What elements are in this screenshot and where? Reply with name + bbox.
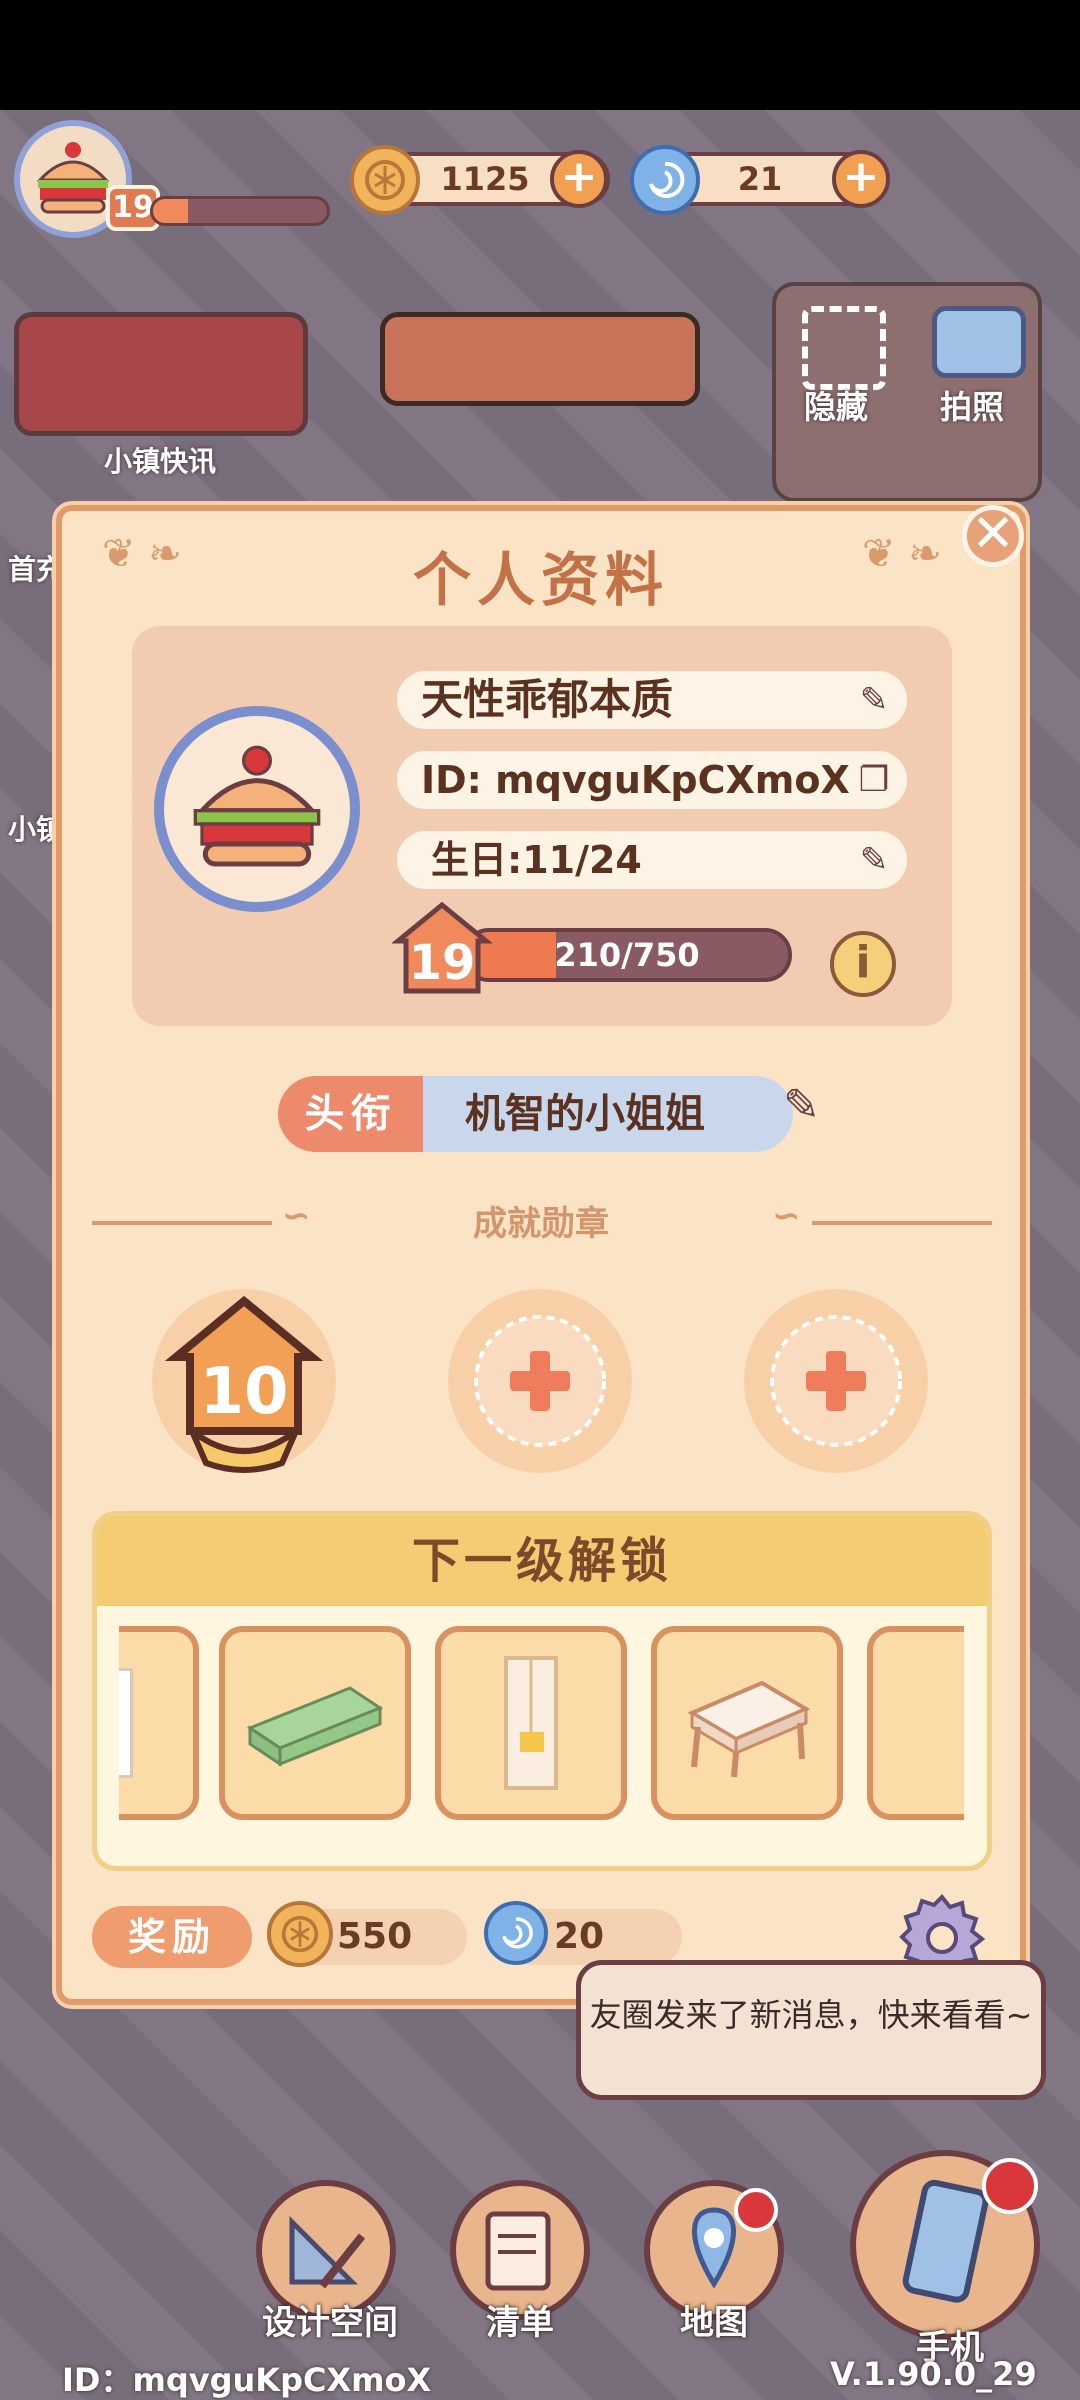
edit-title-icon[interactable]: ✎: [783, 1080, 845, 1142]
town-news-label: 小镇快讯: [103, 445, 216, 478]
footer-player-id: ID：mqvguKpCXmoX: [62, 2361, 432, 2399]
camera-icon[interactable]: [932, 306, 1026, 378]
medal-slot-2[interactable]: [418, 1281, 662, 1481]
flourish-icon: ∽: [772, 1196, 801, 1236]
unlock-item-shelf[interactable]: [119, 1626, 199, 1820]
unlock-item-table[interactable]: [651, 1626, 843, 1820]
next-level-unlock-panel: 下一级解锁: [92, 1511, 992, 1871]
burger-avatar-icon: [36, 142, 110, 214]
medal-slot-1[interactable]: 10: [122, 1281, 366, 1481]
add-gems-button[interactable]: +: [832, 150, 890, 208]
info-button[interactable]: i: [830, 931, 896, 997]
add-medal-icon: [744, 1289, 928, 1473]
table-icon: [687, 1680, 811, 1778]
title-tag: 头衔: [278, 1076, 423, 1152]
divider-right: [812, 1221, 992, 1225]
weather-banner[interactable]: [380, 312, 700, 406]
coin-icon: [350, 145, 420, 215]
town-news-thumbnail[interactable]: [14, 312, 308, 436]
status-bar-area: [0, 0, 1080, 110]
unlock-header: 下一级解锁: [97, 1516, 987, 1606]
gem-icon: [484, 1901, 548, 1965]
add-coins-button[interactable]: +: [550, 150, 608, 208]
reward-gems: 20: [554, 1916, 605, 1957]
xp-progress-bar: 210/750: [462, 928, 792, 982]
profile-dialog: ❦ ❧ ❦ ❧ 个人资料 天性乖郁本质 ✎ ID: mqvguKpCXmoX ❐…: [56, 505, 1026, 2005]
nickname-text: 天性乖郁本质: [421, 675, 674, 724]
phone-notification-dot: [982, 2158, 1038, 2214]
add-medal-icon: [448, 1289, 632, 1473]
level-house-icon: 19: [392, 901, 492, 994]
hide-label: 隐藏: [804, 388, 869, 426]
level-medal-icon: 10: [152, 1289, 336, 1473]
photo-label: 拍照: [940, 388, 1005, 426]
divider-left: [92, 1221, 272, 1225]
birthday-text: 生日:11/24: [431, 838, 642, 882]
xp-text: 210/750: [554, 936, 700, 974]
profile-card: 天性乖郁本质 ✎ ID: mqvguKpCXmoX ❐ 生日:11/24 ✎ 2…: [132, 626, 952, 1026]
version-label: V.1.90.0_29: [830, 2355, 1037, 2393]
nickname-field: 天性乖郁本质 ✎: [397, 671, 907, 729]
edit-birthday-icon[interactable]: ✎: [851, 837, 897, 883]
shelf-icon: [119, 1668, 133, 1778]
unlock-item-sofa[interactable]: [219, 1626, 411, 1820]
unlock-item-frame[interactable]: [867, 1626, 964, 1820]
achievements-title: 成就勋章: [473, 1204, 609, 1244]
player-id-text: ID: mqvguKpCXmoX: [421, 758, 850, 802]
profile-avatar[interactable]: [154, 706, 360, 912]
reward-tag: 奖励: [92, 1906, 252, 1968]
player-id-field: ID: mqvguKpCXmoX ❐: [397, 751, 907, 809]
medal-level-text: 10: [199, 1355, 288, 1429]
birthday-field: 生日:11/24 ✎: [397, 831, 907, 889]
notice-bubble[interactable]: 友圈发来了新消息，快来看看~: [576, 1960, 1046, 2100]
copy-id-icon[interactable]: ❐: [851, 757, 897, 803]
medal-slot-3[interactable]: [714, 1281, 958, 1481]
burger-avatar-icon: [193, 745, 321, 867]
right-tool-panel: 隐藏 拍照: [772, 282, 1042, 502]
achievements-header: ∽ 成就勋章 ∽: [62, 1196, 1020, 1246]
gem-icon: [630, 145, 700, 215]
hud-level-progress: [150, 196, 330, 226]
flourish-icon: ∽: [282, 1196, 311, 1236]
reward-coins: 550: [337, 1916, 413, 1957]
title-value: 机智的小姐姐: [423, 1076, 793, 1152]
map-notification-dot: [734, 2188, 778, 2232]
profile-level-text: 19: [409, 935, 476, 991]
design-space-label: 设计空间: [262, 2303, 398, 2343]
edit-nickname-icon[interactable]: ✎: [851, 677, 897, 723]
unlock-item-carousel[interactable]: [119, 1626, 964, 1826]
dialog-title: 个人资料: [412, 546, 669, 614]
close-button[interactable]: ✕: [962, 505, 1024, 567]
unlock-item-cabinet[interactable]: [435, 1626, 627, 1820]
map-label: 地图: [680, 2303, 748, 2343]
title-row: 头衔 机智的小姐姐 ✎: [278, 1076, 848, 1152]
hide-icon[interactable]: [802, 306, 886, 390]
sofa-icon: [246, 1686, 384, 1767]
cabinet-icon: [504, 1656, 558, 1790]
coin-icon: [267, 1901, 333, 1967]
list-label: 清单: [486, 2303, 554, 2343]
